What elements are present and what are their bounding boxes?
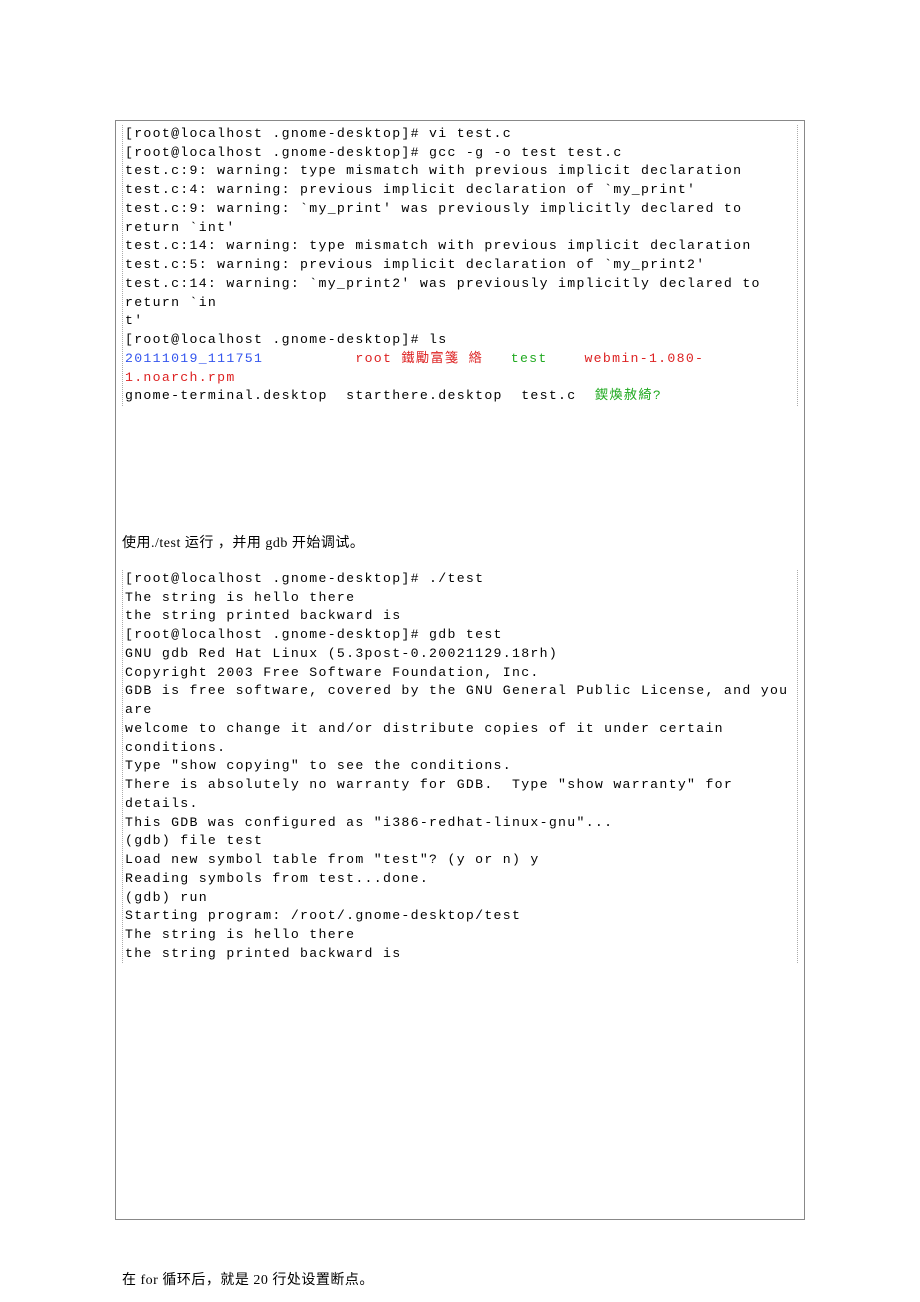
- prose-text: 在 for 循环后，就是 20 行处设置断点。: [122, 1269, 798, 1289]
- terminal-line: Load new symbol table from "test"? (y or…: [125, 851, 795, 870]
- terminal-line: [root@localhost .gnome-desktop]# gdb tes…: [125, 626, 795, 645]
- spacer: [122, 558, 798, 570]
- terminal-line: GDB is free software, covered by the GNU…: [125, 682, 795, 719]
- terminal-line: test.c:14: warning: type mismatch with p…: [125, 237, 795, 256]
- ls-dir: 20111019_111751: [125, 351, 263, 366]
- terminal-output-2: [root@localhost .gnome-desktop]# ./test …: [122, 570, 798, 963]
- terminal-line: test.c:9: warning: `my_print' was previo…: [125, 200, 795, 237]
- terminal-line: Starting program: /root/.gnome-desktop/t…: [125, 907, 795, 926]
- terminal-line: the string printed backward is: [125, 945, 795, 964]
- terminal-line: the string printed backward is: [125, 607, 795, 626]
- terminal-line: [root@localhost .gnome-desktop]# ls: [125, 331, 795, 350]
- terminal-line: Copyright 2003 Free Software Foundation,…: [125, 664, 795, 683]
- prose-text: 使用./test 运行 ，并用 gdb 开始调试。: [122, 532, 798, 552]
- terminal-line: test.c:14: warning: `my_print2' was prev…: [125, 275, 795, 312]
- terminal-line: test.c:4: warning: previous implicit dec…: [125, 181, 795, 200]
- ls-output-line: 20111019_111751 root 鐵勵富箋 綹 test webmin-…: [125, 350, 795, 387]
- terminal-line: Reading symbols from test...done.: [125, 870, 795, 889]
- terminal-line: [root@localhost .gnome-desktop]# vi test…: [125, 125, 795, 144]
- document-page: [root@localhost .gnome-desktop]# vi test…: [115, 120, 805, 1220]
- terminal-line: GNU gdb Red Hat Linux (5.3post-0.2002112…: [125, 645, 795, 664]
- terminal-line: (gdb) run: [125, 889, 795, 908]
- terminal-line: (gdb) file test: [125, 832, 795, 851]
- ls-item-green: 鍥煥赦綺?: [595, 388, 662, 403]
- spacer: [122, 406, 798, 526]
- terminal-line: The string is hello there: [125, 926, 795, 945]
- terminal-line: [root@localhost .gnome-desktop]# ./test: [125, 570, 795, 589]
- ls-exec: test: [511, 351, 548, 366]
- terminal-line: test.c:5: warning: previous implicit dec…: [125, 256, 795, 275]
- terminal-line: [root@localhost .gnome-desktop]# gcc -g …: [125, 144, 795, 163]
- terminal-output-1: [root@localhost .gnome-desktop]# vi test…: [122, 125, 798, 406]
- terminal-line: Type "show copying" to see the condition…: [125, 757, 795, 776]
- terminal-line: There is absolutely no warranty for GDB.…: [125, 776, 795, 813]
- terminal-line: welcome to change it and/or distribute c…: [125, 720, 795, 757]
- terminal-line: This GDB was configured as "i386-redhat-…: [125, 814, 795, 833]
- spacer: [122, 963, 798, 1263]
- ls-output-line: gnome-terminal.desktop starthere.desktop…: [125, 387, 795, 406]
- terminal-line: The string is hello there: [125, 589, 795, 608]
- terminal-line: test.c:9: warning: type mismatch with pr…: [125, 162, 795, 181]
- terminal-line: t': [125, 312, 795, 331]
- ls-item-red: root 鐵勵富箋 綹: [355, 351, 483, 366]
